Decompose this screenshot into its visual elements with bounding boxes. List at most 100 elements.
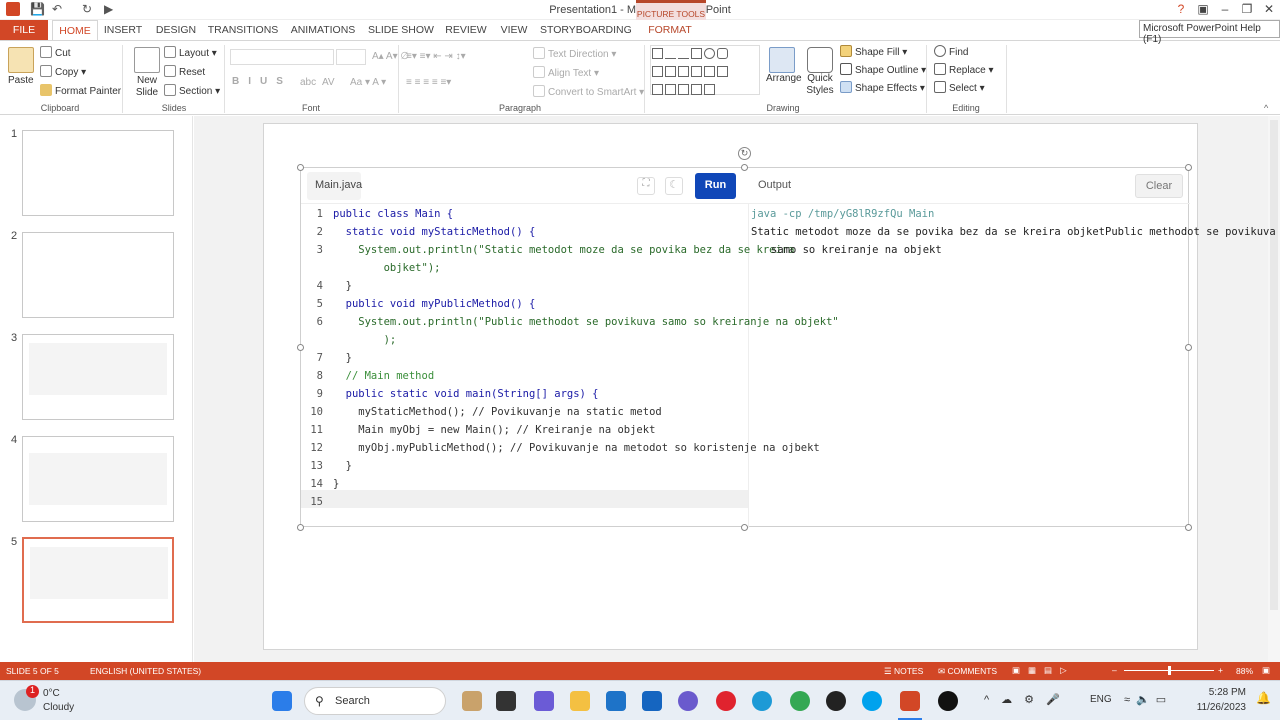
- github-icon[interactable]: [826, 691, 846, 711]
- replace-button[interactable]: Replace ▾: [934, 63, 994, 76]
- rectangle-shape-icon[interactable]: [691, 48, 702, 59]
- powerpoint-taskbar-icon[interactable]: [900, 691, 920, 711]
- code-line[interactable]: 4 }: [301, 277, 748, 295]
- tab-format[interactable]: FORMAT: [640, 20, 700, 40]
- slide-thumbnail[interactable]: [22, 436, 174, 522]
- code-line[interactable]: 11 Main myObj = new Main(); // Kreiranje…: [301, 421, 748, 439]
- code-line[interactable]: 8 // Main method: [301, 367, 748, 385]
- resize-handle[interactable]: [741, 164, 748, 171]
- section-button[interactable]: Section ▾: [164, 84, 220, 97]
- comments-button[interactable]: ✉ COMMENTS: [938, 666, 997, 677]
- fit-slide-icon[interactable]: ▣: [1262, 665, 1270, 676]
- dark-mode-icon[interactable]: ☾: [665, 177, 683, 195]
- opera-icon[interactable]: [716, 691, 736, 711]
- selected-picture[interactable]: Main.java ⛶ ☾ Run Output Clear 1 public c…: [300, 167, 1276, 528]
- align-text-button[interactable]: Align Text ▾: [533, 66, 599, 79]
- restore-icon[interactable]: ❐: [1236, 2, 1258, 16]
- curve-shape-icon[interactable]: [652, 84, 663, 95]
- code-line[interactable]: );: [301, 331, 748, 349]
- convert-smartart-button[interactable]: Convert to SmartArt ▾: [533, 85, 644, 98]
- code-line[interactable]: 10 myStaticMethod(); // Povikuvanje na s…: [301, 403, 748, 421]
- line-shape-icon[interactable]: [665, 48, 676, 59]
- language-status[interactable]: ENGLISH (UNITED STATES): [90, 666, 201, 676]
- elbow-connector-icon[interactable]: [665, 66, 676, 77]
- align-buttons[interactable]: ≡ ≡ ≡ ≡ ≡▾: [406, 77, 451, 88]
- find-button[interactable]: Find: [934, 45, 968, 58]
- vertical-scrollbar[interactable]: [1268, 116, 1280, 662]
- input-language[interactable]: ENG: [1090, 694, 1112, 705]
- tab-design[interactable]: DESIGN: [154, 20, 198, 40]
- tab-review[interactable]: REVIEW: [444, 20, 488, 40]
- star-shape-icon[interactable]: [704, 84, 715, 95]
- windows-start-icon[interactable]: [272, 691, 292, 711]
- character-spacing-button[interactable]: AV: [322, 77, 335, 88]
- notes-button[interactable]: ☰ NOTES: [884, 666, 923, 677]
- arrow-shape-icon[interactable]: [717, 66, 728, 77]
- close-icon[interactable]: ✕: [1258, 2, 1280, 16]
- format-painter-button[interactable]: Format Painter: [40, 84, 121, 97]
- network-volume-battery-icons[interactable]: ≈🔈▭: [1124, 693, 1172, 706]
- undo-icon[interactable]: ↶: [52, 2, 62, 16]
- app-icon[interactable]: [678, 691, 698, 711]
- resize-handle[interactable]: [297, 344, 304, 351]
- underline-button[interactable]: U: [260, 76, 276, 87]
- minimize-icon[interactable]: –: [1214, 2, 1236, 16]
- tab-file[interactable]: FILE: [0, 20, 48, 40]
- help-icon[interactable]: ?: [1170, 2, 1192, 16]
- code-line[interactable]: 13 }: [301, 457, 748, 475]
- change-case-button[interactable]: Aa ▾ A ▾: [350, 77, 386, 88]
- skype-icon[interactable]: [862, 691, 882, 711]
- clock-date[interactable]: 11/26/2023: [1186, 702, 1246, 713]
- resize-handle[interactable]: [297, 524, 304, 531]
- rectangle-shape-icon[interactable]: [652, 48, 663, 59]
- search-box[interactable]: ⚲ Search: [304, 687, 446, 715]
- code-line[interactable]: 2 static void myStaticMethod() {: [301, 223, 748, 241]
- slide-thumbnail[interactable]: [22, 334, 174, 420]
- code-line[interactable]: 7 }: [301, 349, 748, 367]
- quick-styles-button[interactable]: Quick Styles: [804, 47, 836, 97]
- list-buttons[interactable]: ≡▾ ≡▾ ⇤ ⇥ ↕▾: [406, 51, 466, 62]
- fullscreen-icon[interactable]: ⛶: [637, 177, 655, 195]
- new-slide-button[interactable]: New Slide: [130, 47, 164, 99]
- strikethrough-abc-button[interactable]: abc: [300, 77, 316, 88]
- shape-effects-button[interactable]: Shape Effects ▾: [840, 81, 925, 94]
- collapse-ribbon-icon[interactable]: ^: [1264, 103, 1268, 113]
- triangle-shape-icon[interactable]: [652, 66, 663, 77]
- scrollbar-thumb[interactable]: [1270, 120, 1278, 610]
- start-from-beginning-icon[interactable]: ▶: [104, 2, 113, 16]
- chrome-icon[interactable]: [790, 691, 810, 711]
- font-size-box[interactable]: [336, 49, 366, 65]
- reset-button[interactable]: Reset: [164, 65, 205, 78]
- store-icon[interactable]: [606, 691, 626, 711]
- tab-slide-show[interactable]: SLIDE SHOW: [366, 20, 436, 40]
- tab-home[interactable]: HOME: [52, 20, 98, 40]
- line-shape-icon[interactable]: [678, 48, 689, 59]
- code-line[interactable]: 15: [301, 493, 748, 511]
- code-line[interactable]: 12 myObj.myPublicMethod(); // Povikuvanj…: [301, 439, 819, 457]
- resize-handle[interactable]: [741, 524, 748, 531]
- shapes-gallery[interactable]: [650, 45, 760, 95]
- redo-icon[interactable]: ↻: [82, 2, 92, 16]
- shape-fill-button[interactable]: Shape Fill ▾: [840, 45, 907, 58]
- zoom-level[interactable]: 88%: [1236, 666, 1253, 676]
- clear-button[interactable]: Clear: [1135, 174, 1183, 198]
- tab-animations[interactable]: ANIMATIONS: [288, 20, 358, 40]
- paste-button[interactable]: Paste: [8, 47, 34, 86]
- elbow-connector-icon[interactable]: [678, 66, 689, 77]
- task-view-icon[interactable]: [496, 691, 516, 711]
- clock-time[interactable]: 5:28 PM: [1196, 687, 1246, 698]
- save-icon[interactable]: 💾: [30, 2, 45, 16]
- oval-shape-icon[interactable]: [704, 48, 715, 59]
- select-button[interactable]: Select ▾: [934, 81, 985, 94]
- slide-thumbnail-selected[interactable]: [22, 537, 174, 623]
- font-format-buttons[interactable]: BIUS: [232, 76, 292, 87]
- zoom-out-icon[interactable]: –: [1112, 665, 1117, 675]
- ribbon-display-icon[interactable]: ▣: [1192, 2, 1214, 16]
- curve-shape-icon[interactable]: [665, 84, 676, 95]
- resize-handle[interactable]: [1185, 344, 1192, 351]
- tab-storyboarding[interactable]: STORYBOARDING: [540, 20, 632, 40]
- code-line[interactable]: objket");: [301, 259, 748, 277]
- code-line[interactable]: 9 public static void main(String[] args)…: [301, 385, 748, 403]
- slide-thumbnail[interactable]: [22, 232, 174, 318]
- arrange-button[interactable]: Arrange: [766, 47, 802, 84]
